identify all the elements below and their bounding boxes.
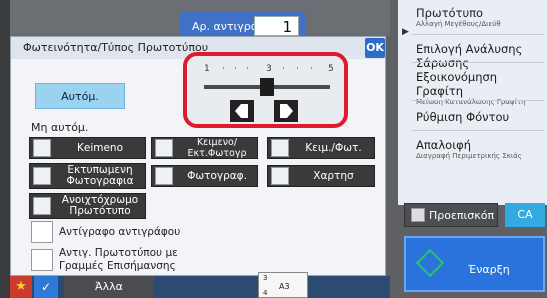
menu-item-sublabel: Αλλαγή Μεγέθους/Διεύθ (416, 20, 501, 28)
light-original-icon (33, 197, 51, 215)
checkbox-label: Αντίγραφο αντιγράφου (59, 225, 181, 238)
copy-of-copy-checkbox[interactable] (31, 221, 53, 243)
copy-of-copy-row[interactable]: Αντίγραφο αντιγράφου (31, 221, 180, 243)
menu-item-label: Επιλογή Ανάλυσης Σάρωσης (416, 42, 523, 70)
menu-divider (412, 130, 544, 131)
text-photo-icon (271, 139, 289, 157)
type-text-photo-button[interactable]: Κειμ./Φωτ. (267, 137, 375, 159)
menu-divider (412, 62, 544, 63)
auto-button[interactable]: Αυτόμ. (35, 83, 125, 109)
map-icon (271, 167, 289, 185)
type-photo-button[interactable]: Φωτογραφ. (151, 165, 258, 187)
preview-icon (411, 208, 425, 222)
start-label: Έναρξη (468, 263, 510, 276)
highlighter-row[interactable]: Αντιγ. Πρωτοτύπου με Γραμμές Επισήμανσης (31, 247, 201, 273)
menu-item-label: Ρύθμιση Φόντου (416, 110, 510, 124)
ca-button[interactable]: CA (505, 203, 545, 227)
confirm-button[interactable]: ✓ (34, 276, 58, 298)
type-label: Κειμενο/Εκτ.Φωτογρ (187, 137, 247, 159)
preview-button[interactable]: Προεπισκόπ (404, 203, 498, 227)
tray-number: 4 (263, 289, 268, 297)
type-label: Εκτυπωμενη Φωτογραφια (66, 164, 134, 187)
left-edge (0, 0, 10, 298)
menu-item-scan-resolution[interactable]: Επιλογή Ανάλυσης Σάρωσης (416, 42, 544, 70)
play-arrow-icon: ▶ (402, 27, 409, 37)
printed-photo-icon (33, 167, 51, 185)
type-label: Χαρτησ (313, 169, 354, 182)
type-light-original-button[interactable]: Ανοιχτόχρωμο Πρωτότυπο (29, 193, 146, 219)
highlighter-checkbox[interactable] (31, 249, 53, 271)
manual-label: Μη αυτόμ. (31, 121, 89, 134)
type-text-printed-photo-button[interactable]: Κειμενο/Εκτ.Φωτογρ (151, 137, 258, 159)
start-button[interactable]: Έναρξη (404, 236, 545, 292)
type-label: Φωτογραφ. (187, 169, 247, 182)
type-label: Ανοιχτόχρωμο Πρωτότυπο (61, 194, 139, 217)
tray-number: 3 (263, 274, 268, 282)
highlight-frame (183, 52, 348, 128)
text-photo-icon (155, 139, 173, 157)
menu-divider (412, 100, 544, 101)
menu-item-label: Εξοικονόμηση Γραφίτη (416, 70, 498, 98)
other-button[interactable]: Άλλα (64, 276, 154, 298)
menu-item-original[interactable]: Πρωτότυπο Αλλαγή Μεγέθους/Διεύθ (416, 6, 544, 29)
start-diamond-icon (415, 248, 445, 278)
preview-label: Προεπισκόπ (429, 208, 495, 222)
menu-item-background[interactable]: Ρύθμιση Φόντου (416, 110, 544, 124)
menu-item-sublabel: Διαγραφή Περιμετρικής Σκιάς (416, 152, 522, 160)
type-printed-photo-button[interactable]: Εκτυπωμενη Φωτογραφια (29, 163, 146, 189)
menu-item-toner-save[interactable]: Εξοικονόμηση Γραφίτη Μείωση Κατανάλωσης … (416, 70, 544, 107)
star-icon: ★ (15, 279, 27, 294)
type-text-button[interactable]: Κeimeno (29, 137, 146, 159)
menu-item-label: Πρωτότυπο (416, 6, 484, 20)
type-map-button[interactable]: Χαρτησ (267, 165, 375, 187)
copies-value[interactable]: 1 (254, 16, 299, 36)
type-label: Κeimeno (76, 141, 124, 154)
paper-tray-indicator: 3 A3 4 (258, 272, 308, 298)
document-icon (33, 139, 51, 157)
favorite-button[interactable]: ★ (10, 276, 32, 298)
menu-divider (412, 34, 544, 35)
menu-item-erase[interactable]: Απαλοιφή Διαγραφή Περιμετρικής Σκιάς (416, 138, 544, 161)
ok-button[interactable]: OK (365, 38, 385, 58)
checkbox-label: Αντιγ. Πρωτοτύπου με Γραμμές Επισήμανσης (59, 247, 178, 272)
photo-icon (155, 167, 173, 185)
tray-size: A3 (279, 282, 290, 291)
checkmark-icon: ✓ (40, 280, 52, 294)
menu-item-label: Απαλοιφή (416, 138, 471, 152)
type-label: Κειμ./Φωτ. (305, 141, 362, 154)
